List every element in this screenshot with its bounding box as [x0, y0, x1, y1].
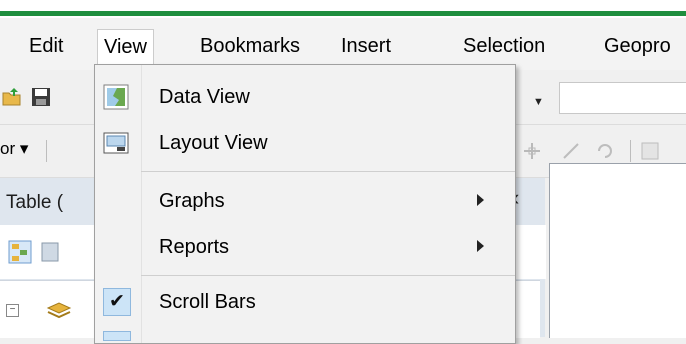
menu-bookmarks[interactable]: Bookmarks: [194, 32, 306, 64]
list-by-drawing-order-icon[interactable]: [8, 240, 32, 264]
menu-separator: [141, 171, 515, 172]
menu-item-label: Reports: [159, 236, 230, 258]
menu-item-graphs[interactable]: Graphs: [95, 182, 515, 220]
menu-item-data-view[interactable]: Data View: [95, 78, 515, 116]
submenu-arrow-icon: [477, 240, 484, 252]
toolbar-separator: [630, 140, 631, 162]
cut-polygon-icon[interactable]: [561, 141, 581, 161]
view-dropdown-menu: Data View Layout View Graphs Reports ✔ S…: [94, 64, 516, 344]
open-folder-icon[interactable]: [2, 87, 22, 107]
tree-collapse-icon[interactable]: −: [6, 304, 19, 317]
layout-view-icon: [103, 132, 129, 154]
menu-bar: Edit View Bookmarks Insert Selection Geo…: [0, 18, 686, 70]
edit-vertices-icon[interactable]: [522, 141, 542, 161]
menu-geoprocessing[interactable]: Geopro: [598, 32, 677, 64]
map-canvas[interactable]: [549, 163, 686, 338]
menu-separator: [141, 275, 515, 276]
menu-item-label: Graphs: [159, 190, 225, 212]
scale-combo[interactable]: [559, 82, 686, 114]
save-icon[interactable]: [31, 87, 51, 107]
scale-dropdown-arrow[interactable]: ▼: [533, 96, 544, 108]
menu-edit[interactable]: Edit: [23, 32, 69, 64]
layers-icon: [46, 302, 72, 319]
menu-selection[interactable]: Selection: [457, 32, 551, 64]
data-view-icon: [103, 84, 129, 110]
menu-item-label: Scroll Bars: [159, 291, 256, 313]
menu-item-label: Data View: [159, 86, 250, 108]
menu-item-reports[interactable]: Reports: [95, 228, 515, 266]
toolbar-separator: [46, 140, 47, 162]
rotate-icon[interactable]: [595, 141, 615, 161]
list-by-source-icon[interactable]: [40, 240, 62, 264]
menu-item-layout-view[interactable]: Layout View: [95, 124, 515, 162]
menu-view[interactable]: View: [97, 29, 154, 69]
partial-menu-icon: [103, 331, 131, 341]
menu-item-label: Layout View: [159, 132, 268, 154]
panel-title: Table (: [6, 192, 64, 213]
submenu-arrow-icon: [477, 194, 484, 206]
accent-stripe: [0, 11, 686, 16]
editor-menu[interactable]: or ▾: [0, 139, 28, 159]
menu-item-scroll-bars[interactable]: ✔ Scroll Bars: [95, 283, 515, 321]
attributes-icon[interactable]: [640, 141, 660, 161]
checkmark-icon: ✔: [103, 288, 131, 316]
menu-insert[interactable]: Insert: [335, 32, 397, 64]
